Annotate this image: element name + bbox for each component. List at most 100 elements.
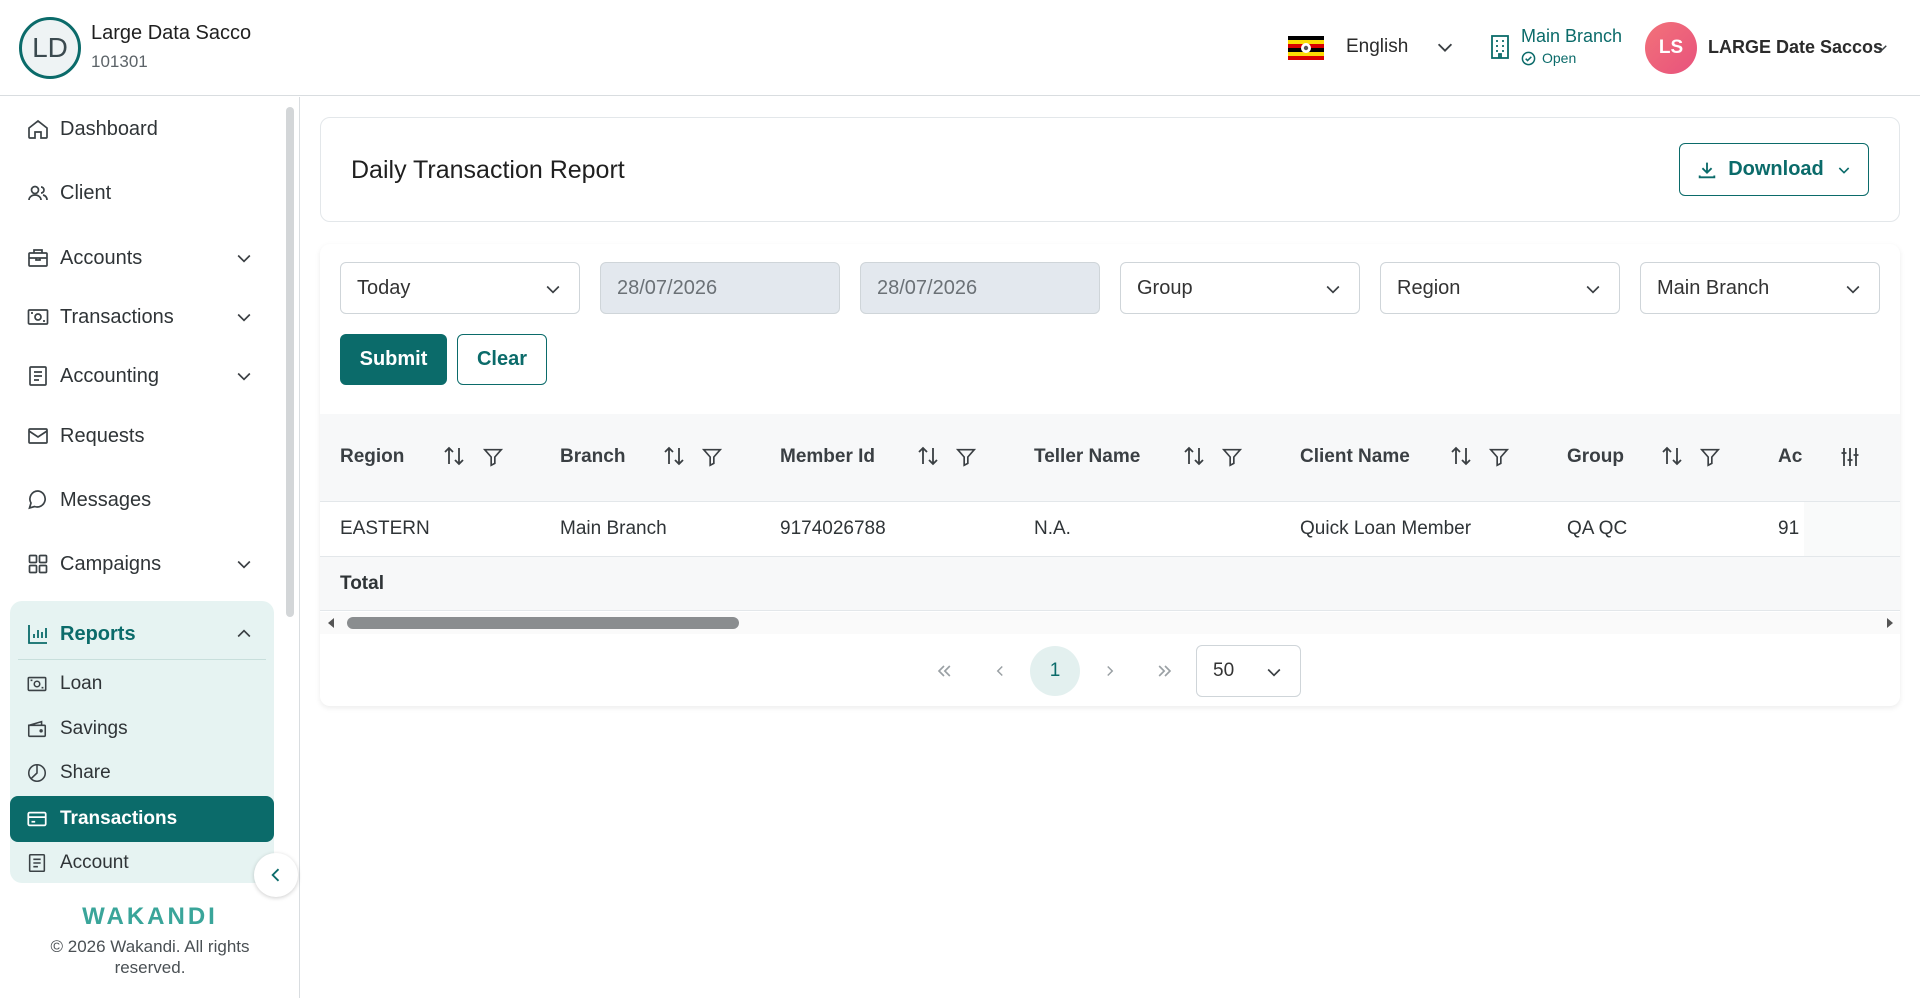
period-value: Today	[357, 276, 411, 299]
sticky-column	[1804, 502, 1900, 556]
chevron-left-icon	[271, 868, 280, 882]
language-select[interactable]: English	[1346, 36, 1408, 58]
sidebar-subitem-share[interactable]: Share	[10, 751, 274, 795]
sidebar-item-reports[interactable]: Reports	[10, 611, 274, 657]
mail-icon	[28, 428, 48, 444]
chevron-down-icon	[1586, 285, 1600, 294]
sidebar-item-label: Accounting	[60, 364, 159, 387]
region-select[interactable]: Region	[1380, 262, 1620, 314]
group-select[interactable]: Group	[1120, 262, 1360, 314]
sidebar-item-requests[interactable]: Requests	[10, 413, 274, 459]
divider	[18, 659, 266, 660]
chevron-down-icon	[546, 285, 560, 294]
sidebar-item-transactions[interactable]: Transactions	[10, 294, 274, 340]
org-avatar[interactable]: LD	[19, 17, 81, 79]
sidebar-subitem-label: Savings	[60, 718, 128, 739]
ledger-icon	[28, 853, 46, 873]
previous-page-button[interactable]	[975, 646, 1025, 696]
scrollbar-thumb[interactable]	[347, 617, 739, 629]
page-button-current[interactable]: 1	[1030, 646, 1080, 696]
app-header: LD Large Data Sacco 101301 English Main …	[0, 0, 1920, 96]
sort-icon[interactable]	[442, 444, 466, 468]
current-branch[interactable]: Main Branch	[1521, 26, 1622, 47]
cash-icon	[27, 676, 47, 692]
column-header-region[interactable]: Region	[340, 446, 404, 468]
group-value: Group	[1137, 276, 1193, 299]
column-settings-icon[interactable]	[1838, 445, 1862, 469]
sidebar-subitem-loan[interactable]: Loan	[10, 662, 274, 706]
filter-icon[interactable]	[955, 446, 977, 468]
column-header-group[interactable]: Group	[1567, 446, 1624, 468]
chevron-down-icon	[237, 254, 251, 263]
filter-icon[interactable]	[701, 446, 723, 468]
sidebar-item-campaigns[interactable]: Campaigns	[10, 541, 274, 587]
sort-icon[interactable]	[1449, 444, 1473, 468]
submit-button[interactable]: Submit	[340, 334, 447, 385]
ledger-icon	[29, 366, 47, 386]
sidebar-item-messages[interactable]: Messages	[10, 477, 274, 523]
org-name: Large Data Sacco	[91, 22, 252, 44]
sidebar-item-client[interactable]: Client	[10, 170, 274, 216]
uganda-flag-icon	[1288, 36, 1324, 60]
download-label: Download	[1728, 158, 1824, 180]
card-icon	[27, 811, 47, 827]
chevron-right-icon	[1107, 665, 1114, 677]
copyright: © 2026 Wakandi. All rights reserved.	[50, 937, 250, 977]
first-page-button[interactable]	[919, 646, 969, 696]
bar-chart-icon	[28, 625, 47, 644]
sidebar: Dashboard Client Accounts Transactions A…	[0, 97, 300, 998]
clear-button[interactable]: Clear	[457, 334, 547, 385]
column-header-branch[interactable]: Branch	[560, 446, 625, 468]
branch-select[interactable]: Main Branch	[1640, 262, 1880, 314]
building-icon	[1491, 35, 1509, 59]
filter-icon[interactable]	[1488, 446, 1510, 468]
sidebar-item-label: Reports	[60, 622, 136, 645]
sidebar-item-accounting[interactable]: Accounting	[10, 353, 274, 399]
filter-icon[interactable]	[482, 446, 504, 468]
sidebar-item-label: Campaigns	[60, 552, 162, 575]
filter-icon[interactable]	[1221, 446, 1243, 468]
filter-icon[interactable]	[1699, 446, 1721, 468]
sort-icon[interactable]	[1182, 444, 1206, 468]
sidebar-item-label: Requests	[60, 424, 145, 447]
start-date-input[interactable]: 28/07/2026	[600, 262, 840, 314]
table-cell-member-id: 9174026788	[780, 518, 886, 539]
chevron-down-icon[interactable]	[1434, 36, 1456, 58]
sidebar-subitem-label: Loan	[60, 673, 103, 694]
sort-icon[interactable]	[662, 444, 686, 468]
table-cell-group: QA QC	[1567, 518, 1628, 539]
chevron-down-icon[interactable]	[1872, 39, 1890, 57]
chevron-left-icon	[996, 665, 1003, 677]
column-header-client-name[interactable]: Client Name	[1300, 446, 1410, 468]
brand-logo: WAKANDI	[82, 903, 218, 930]
page-size-select[interactable]: 50	[1196, 645, 1301, 697]
sidebar-item-accounts[interactable]: Accounts	[10, 235, 274, 281]
collapse-sidebar-button[interactable]	[254, 853, 298, 897]
sidebar-subitem-account[interactable]: Account	[10, 841, 274, 885]
chevron-down-icon	[237, 560, 251, 569]
column-header-member-id[interactable]: Member Id	[780, 446, 875, 468]
column-header-account[interactable]: Ac	[1778, 446, 1804, 468]
sidebar-scrollbar[interactable]	[286, 107, 294, 617]
sidebar-subitem-transactions[interactable]: Transactions	[10, 796, 274, 842]
last-page-button[interactable]	[1140, 646, 1190, 696]
sidebar-subitem-label: Share	[60, 762, 111, 783]
next-page-button[interactable]	[1085, 646, 1135, 696]
sidebar-subitem-savings[interactable]: Savings	[10, 707, 274, 751]
sidebar-item-dashboard[interactable]: Dashboard	[10, 106, 274, 152]
sidebar-item-label: Accounts	[60, 246, 143, 269]
scroll-left-icon[interactable]	[325, 617, 337, 629]
user-name[interactable]: LARGE Date Saccos	[1708, 37, 1883, 58]
end-date-input[interactable]: 28/07/2026	[860, 262, 1100, 314]
chevron-down-icon	[1267, 668, 1281, 677]
scroll-right-icon[interactable]	[1884, 617, 1896, 629]
period-select[interactable]: Today	[340, 262, 580, 314]
download-button[interactable]: Download	[1679, 143, 1869, 196]
region-value: Region	[1397, 276, 1461, 299]
column-header-teller-name[interactable]: Teller Name	[1034, 446, 1140, 468]
chevron-down-icon	[1326, 285, 1340, 294]
sort-icon[interactable]	[916, 444, 940, 468]
table-cell-account: 91	[1778, 518, 1800, 539]
user-avatar[interactable]: LS	[1645, 22, 1697, 74]
sort-icon[interactable]	[1660, 444, 1684, 468]
